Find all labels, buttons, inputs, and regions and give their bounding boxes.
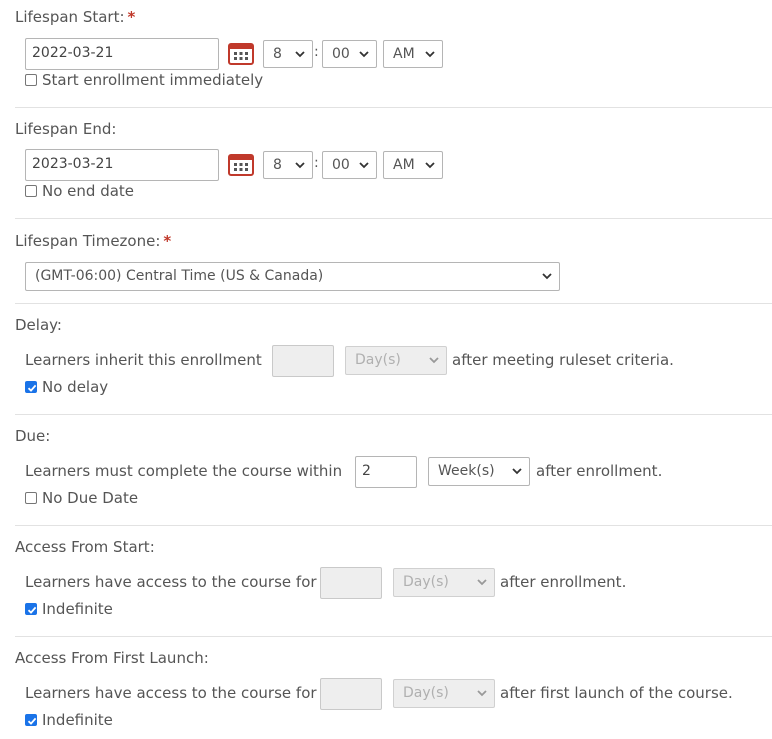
lifespan-start-ampm-select[interactable]: AM xyxy=(383,40,443,68)
divider xyxy=(15,218,772,219)
access-launch-indefinite-checkbox[interactable] xyxy=(25,714,37,726)
lifespan-start-hour-select[interactable]: 8 xyxy=(263,40,313,68)
access-launch-prefix-text: Learners have access to the course for xyxy=(25,684,317,702)
access-start-indefinite-checkbox-row[interactable]: Indefinite xyxy=(25,600,113,618)
delay-prefix-text: Learners inherit this enrollment xyxy=(25,351,262,369)
start-immediately-checkbox-row[interactable]: Start enrollment immediately xyxy=(25,71,263,89)
chevron-down-icon xyxy=(425,51,435,58)
required-mark: * xyxy=(127,8,136,26)
no-end-date-checkbox-row[interactable]: No end date xyxy=(25,182,134,200)
lifespan-end-minute-select[interactable]: 00 xyxy=(322,151,377,179)
lifespan-end-label: Lifespan End: xyxy=(15,120,117,138)
access-launch-unit-select[interactable]: Day(s) xyxy=(393,679,495,708)
due-unit-select[interactable]: Week(s) xyxy=(428,457,530,486)
check-icon xyxy=(27,606,37,614)
delay-label: Delay: xyxy=(15,316,62,334)
timezone-select[interactable]: (GMT-06:00) Central Time (US & Canada) xyxy=(25,262,560,291)
time-separator: : xyxy=(314,44,319,60)
access-launch-suffix-text: after first launch of the course. xyxy=(500,684,733,702)
calendar-icon[interactable] xyxy=(228,153,254,177)
no-delay-checkbox-row[interactable]: No delay xyxy=(25,378,108,396)
access-start-unit-select[interactable]: Day(s) xyxy=(393,568,495,597)
no-due-date-checkbox-row[interactable]: No Due Date xyxy=(25,489,138,507)
no-end-date-checkbox[interactable] xyxy=(25,185,37,197)
chevron-down-icon xyxy=(295,162,305,169)
due-label: Due: xyxy=(15,427,51,445)
access-start-amount-input[interactable] xyxy=(320,567,382,599)
chevron-down-icon xyxy=(477,690,487,697)
access-start-label: Access From Start: xyxy=(15,538,155,556)
due-amount-input[interactable]: 2 xyxy=(355,456,417,488)
chevron-down-icon xyxy=(359,51,369,58)
lifespan-end-ampm-select[interactable]: AM xyxy=(383,151,443,179)
access-start-indefinite-checkbox[interactable] xyxy=(25,603,37,615)
lifespan-end-date-input[interactable]: 2023-03-21 xyxy=(25,149,219,181)
delay-unit-select[interactable]: Day(s) xyxy=(345,346,447,375)
timezone-label: Lifespan Timezone: * xyxy=(15,232,172,250)
divider xyxy=(15,107,772,108)
chevron-down-icon xyxy=(429,357,439,364)
lifespan-start-minute-select[interactable]: 00 xyxy=(322,40,377,68)
time-separator: : xyxy=(314,155,319,171)
calendar-icon[interactable] xyxy=(228,42,254,66)
lifespan-start-label: Lifespan Start: * xyxy=(15,8,136,26)
chevron-down-icon xyxy=(512,468,522,475)
lifespan-end-hour-select[interactable]: 8 xyxy=(263,151,313,179)
access-launch-amount-input[interactable] xyxy=(320,678,382,710)
required-mark: * xyxy=(163,232,172,250)
divider xyxy=(15,636,772,637)
delay-suffix-text: after meeting ruleset criteria. xyxy=(452,351,674,369)
divider xyxy=(15,414,772,415)
access-start-prefix-text: Learners have access to the course for xyxy=(25,573,317,591)
due-prefix-text: Learners must complete the course within xyxy=(25,462,343,480)
access-launch-label: Access From First Launch: xyxy=(15,649,209,667)
no-delay-checkbox[interactable] xyxy=(25,381,37,393)
due-suffix-text: after enrollment. xyxy=(536,462,663,480)
start-immediately-checkbox[interactable] xyxy=(25,74,37,86)
check-icon xyxy=(27,717,37,725)
divider xyxy=(15,525,772,526)
divider xyxy=(15,303,772,304)
chevron-down-icon xyxy=(542,273,552,280)
access-start-suffix-text: after enrollment. xyxy=(500,573,627,591)
delay-amount-input[interactable] xyxy=(272,345,334,377)
chevron-down-icon xyxy=(295,51,305,58)
chevron-down-icon xyxy=(477,579,487,586)
check-icon xyxy=(27,384,37,392)
lifespan-start-date-input[interactable]: 2022-03-21 xyxy=(25,38,219,70)
access-launch-indefinite-checkbox-row[interactable]: Indefinite xyxy=(25,711,113,729)
chevron-down-icon xyxy=(359,162,369,169)
no-due-date-checkbox[interactable] xyxy=(25,492,37,504)
chevron-down-icon xyxy=(425,162,435,169)
